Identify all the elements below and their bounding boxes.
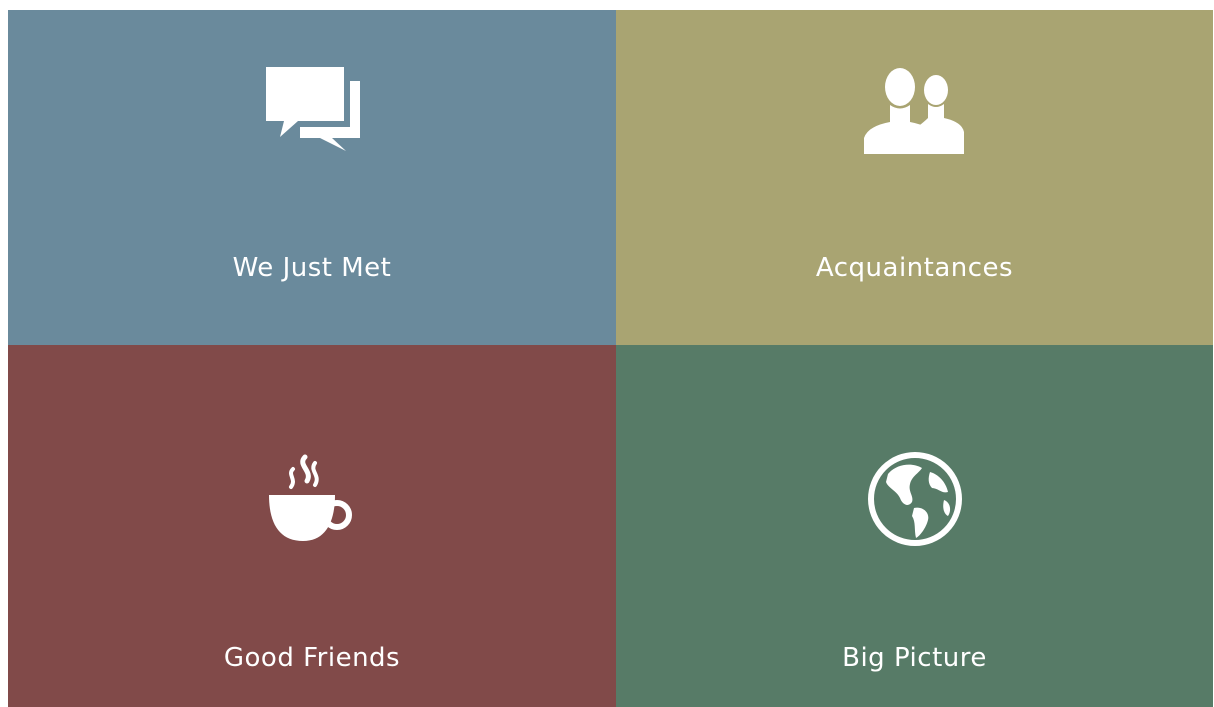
category-grid: We Just Met Acquaintances Good Friends B…	[8, 10, 1213, 707]
tile-big-picture[interactable]: Big Picture	[616, 345, 1213, 707]
tile-label: Good Friends	[223, 643, 401, 673]
tile-good-friends[interactable]: Good Friends	[8, 345, 616, 707]
tile-acquaintances[interactable]: Acquaintances	[616, 10, 1213, 345]
coffee-cup-icon	[267, 454, 357, 545]
tile-we-just-met[interactable]: We Just Met	[8, 10, 616, 345]
tile-label: Big Picture	[842, 643, 987, 673]
tile-label: Acquaintances	[815, 253, 1014, 283]
chat-bubbles-icon	[264, 65, 360, 155]
people-icon	[863, 68, 966, 154]
tile-label: We Just Met	[232, 253, 392, 283]
globe-icon	[867, 452, 962, 546]
